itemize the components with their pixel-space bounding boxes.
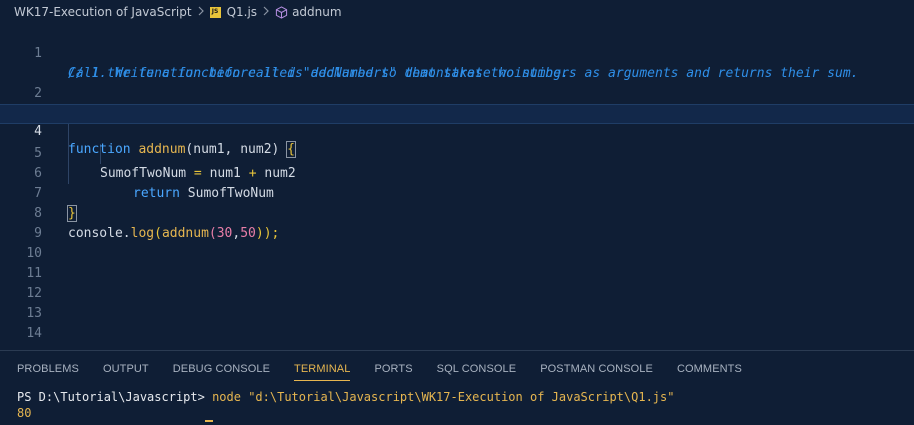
symbol-method-icon <box>275 5 288 19</box>
tab-comments[interactable]: COMMENTS <box>677 351 742 387</box>
terminal-argument: "d:\Tutorial\Javascript\WK17-Execution o… <box>240 390 675 404</box>
terminal-result: 80 <box>17 406 32 420</box>
terminal-prompt: PS D:\Tutorial\Javascript> <box>17 390 213 404</box>
code-line-12: 12 <box>0 264 914 301</box>
tab-terminal[interactable]: TERMINAL <box>294 351 351 387</box>
code-line-10: 10 <box>0 224 914 261</box>
tab-output[interactable]: OUTPUT <box>103 351 149 387</box>
code-line-1: 1 // 1. Write a function called "addNumb… <box>0 24 914 81</box>
code-line-3: 3 <box>0 84 914 121</box>
terminal-output[interactable]: PS D:\Tutorial\Javascript> node "d:\Tuto… <box>17 389 674 421</box>
chevron-right-icon <box>197 5 205 19</box>
code-line-14: 14 <box>0 304 914 341</box>
terminal-cursor <box>205 420 213 422</box>
code-line-2: 2 <box>0 64 914 101</box>
bottom-panel: PROBLEMS OUTPUT DEBUG CONSOLE TERMINAL P… <box>0 350 914 425</box>
javascript-file-icon: JS <box>209 6 221 18</box>
code-line-6: 6 return SumofTwoNum <box>0 144 914 201</box>
code-editor[interactable]: 1 // 1. Write a function called "addNumb… <box>0 24 914 350</box>
panel-tabs: PROBLEMS OUTPUT DEBUG CONSOLE TERMINAL P… <box>0 351 914 387</box>
breadcrumb-file[interactable]: Q1.js <box>227 5 257 19</box>
tab-debug-console[interactable]: DEBUG CONSOLE <box>173 351 270 387</box>
line-number: 14 <box>26 326 42 341</box>
tab-ports[interactable]: PORTS <box>374 351 412 387</box>
code-line-9: 9 <box>0 204 914 241</box>
code-line-8: 8 console.log(addnum(30,50)); <box>0 184 914 241</box>
tab-postman-console[interactable]: POSTMAN CONSOLE <box>540 351 653 387</box>
code-line-13: 13 <box>0 284 914 321</box>
breadcrumb-folder[interactable]: WK17-Execution of JavaScript <box>14 5 192 19</box>
tab-problems[interactable]: PROBLEMS <box>17 351 79 387</box>
code-line-1-wrap: Call the function before it is declared … <box>0 44 914 81</box>
breadcrumb: WK17-Execution of JavaScript JS Q1.js ad… <box>0 0 914 24</box>
breadcrumb-symbol[interactable]: addnum <box>292 5 342 19</box>
code-line-7: 7 } <box>0 164 914 222</box>
code-line-11: 11 <box>0 244 914 281</box>
code-line-4: 4 function addnum(num1, num2) { <box>0 104 914 158</box>
terminal-command: node <box>212 390 241 404</box>
code-line-5: 5 SumofTwoNum = num1 + num2 <box>0 124 914 181</box>
tab-sql-console[interactable]: SQL CONSOLE <box>437 351 517 387</box>
chevron-right-icon <box>262 5 270 19</box>
